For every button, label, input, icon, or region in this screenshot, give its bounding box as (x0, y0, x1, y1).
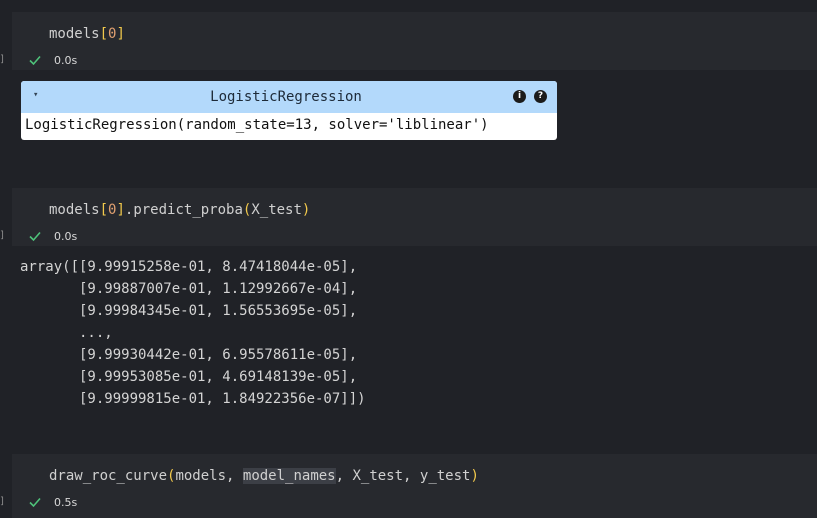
code-cell-2[interactable]: models[0].predict_proba(X_test) (12, 188, 817, 246)
array-line: [9.99999815e-01, 1.84922356e-07]]) (20, 391, 366, 407)
cell-1-exec-bracket: ] (0, 54, 4, 65)
array-line: ..., (20, 325, 113, 341)
estimator-title: LogisticRegression (210, 89, 362, 105)
check-icon (29, 497, 41, 508)
check-icon (29, 231, 41, 242)
notebook: models[0] ] 0.0s ▾ LogisticRegression i … (0, 0, 817, 518)
array-line: [9.99887007e-01, 1.12992667e-04], (20, 281, 358, 297)
cell-3-code[interactable]: draw_roc_curve(models, model_names, X_te… (49, 467, 479, 485)
array-line: array([[9.99915258e-01, 8.47418044e-05], (20, 259, 358, 275)
array-line: [9.99984345e-01, 1.56553695e-05], (20, 303, 358, 319)
code-cell-1[interactable]: models[0] (12, 12, 817, 70)
cell-3-exec-bracket: ] (0, 496, 4, 507)
estimator-repr: LogisticRegression(random_state=13, solv… (25, 117, 489, 133)
cell-1-code[interactable]: models[0] (49, 25, 125, 43)
estimator-widget[interactable]: ▾ LogisticRegression i ? LogisticRegress… (21, 81, 557, 140)
code-cell-3[interactable]: draw_roc_curve(models, model_names, X_te… (12, 454, 817, 518)
cell-2-time: 0.0s (54, 229, 78, 243)
help-icon[interactable]: ? (534, 90, 547, 103)
estimator-widget-header[interactable]: ▾ LogisticRegression i ? (21, 81, 557, 113)
cell-3-status: 0.5s (28, 493, 77, 511)
array-line: [9.99930442e-01, 6.95578611e-05], (20, 347, 358, 363)
cell-3-time: 0.5s (54, 495, 78, 509)
check-icon (29, 55, 41, 66)
cell-1-time: 0.0s (54, 53, 78, 67)
array-line: [9.99953085e-01, 4.69148139e-05], (20, 369, 358, 385)
info-icon[interactable]: i (513, 90, 526, 103)
cell-2-exec-bracket: ] (0, 230, 4, 241)
cell-2-status: 0.0s (28, 227, 77, 245)
cell-2-code[interactable]: models[0].predict_proba(X_test) (49, 201, 310, 219)
cell-1-status: 0.0s (28, 51, 77, 69)
